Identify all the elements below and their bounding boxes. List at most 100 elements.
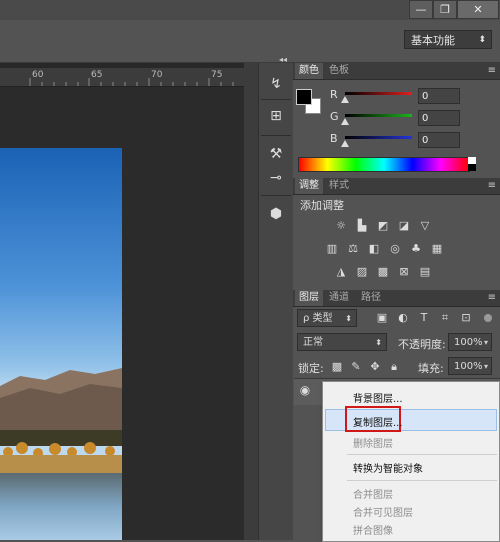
ruler-label: 75 xyxy=(211,70,223,80)
levels-icon[interactable]: ▙ xyxy=(355,220,369,232)
posterize-icon[interactable]: ▨ xyxy=(355,266,369,278)
fill-input[interactable]: 100% ▾ xyxy=(448,357,492,375)
3d-cube-icon[interactable]: ⬢ xyxy=(264,203,288,225)
hue-saturation-icon[interactable]: ▥ xyxy=(325,243,339,255)
g-slider-thumb[interactable] xyxy=(341,118,349,125)
layer-filter-type-select[interactable]: ρ 类型 ⬍ xyxy=(297,309,357,327)
properties-icon[interactable]: ⊞ xyxy=(264,105,288,127)
g-slider[interactable] xyxy=(345,114,412,117)
panel-menu-icon[interactable]: ≡ xyxy=(488,178,496,194)
add-adjustment-title: 添加调整 xyxy=(300,199,344,212)
brush-icon[interactable]: ⚒ xyxy=(264,143,288,165)
minimize-icon: — xyxy=(415,3,427,16)
tab-styles[interactable]: 样式 xyxy=(325,178,353,194)
selective-color-icon[interactable]: ⊠ xyxy=(397,266,411,278)
close-icon: ✕ xyxy=(473,3,483,16)
fill-value: 100% xyxy=(454,361,483,372)
tab-swatches[interactable]: 色板 xyxy=(325,63,353,79)
g-value-input[interactable]: 0 xyxy=(418,110,460,126)
restore-icon: ❐ xyxy=(440,3,450,16)
black-white-icon[interactable]: ◧ xyxy=(367,243,381,255)
r-slider[interactable] xyxy=(345,92,412,95)
horizontal-ruler: 60 65 70 75 xyxy=(0,68,244,87)
r-label: R xyxy=(330,88,338,101)
opacity-input[interactable]: 100% ▾ xyxy=(448,333,492,351)
minimize-button[interactable]: — xyxy=(409,0,433,19)
chevron-down-icon: ⬍ xyxy=(375,338,382,347)
lock-label: 锁定: xyxy=(298,362,324,375)
layers-panel-header: 图层 通道 路径 ≡ xyxy=(293,290,500,307)
landscape-photo xyxy=(0,148,122,540)
color-lookup-icon[interactable]: ▦ xyxy=(430,243,444,255)
tab-adjustments[interactable]: 调整 xyxy=(295,178,323,194)
eye-icon[interactable]: ◉ xyxy=(298,383,312,397)
ruler-label: 70 xyxy=(151,70,163,80)
panel-menu-icon[interactable]: ≡ xyxy=(488,290,496,306)
lock-all-icon[interactable]: 🔒︎ xyxy=(387,361,401,373)
fill-label: 填充: xyxy=(418,362,444,375)
pixel-filter-icon[interactable]: ▣ xyxy=(375,312,389,324)
close-button[interactable]: ✕ xyxy=(457,0,499,19)
menu-item-delete-layer[interactable]: 删除图层 xyxy=(353,435,393,450)
menu-item-merge-visible[interactable]: 合并可见图层 xyxy=(353,504,413,519)
r-slider-thumb[interactable] xyxy=(341,96,349,103)
layer-context-menu: 背景图层... 复制图层... 删除图层 转换为智能对象 合并图层 合并可见图层… xyxy=(322,381,500,542)
color-spectrum-ramp[interactable] xyxy=(298,157,470,172)
tab-color[interactable]: 颜色 xyxy=(295,63,323,79)
b-slider[interactable] xyxy=(345,136,412,139)
color-balance-icon[interactable]: ⚖ xyxy=(346,243,360,255)
ruler-label: 65 xyxy=(91,70,103,80)
gradient-map-icon[interactable]: ▤ xyxy=(418,266,432,278)
menu-item-convert-smart-object[interactable]: 转换为智能对象 xyxy=(353,460,423,475)
invert-icon[interactable]: ◮ xyxy=(334,266,348,278)
workspace-select[interactable]: 基本功能 ⬍ xyxy=(404,30,492,49)
menu-separator xyxy=(347,480,497,481)
chevron-down-icon: ⬍ xyxy=(478,35,486,45)
panel-gutter xyxy=(244,63,258,540)
exposure-icon[interactable]: ◪ xyxy=(397,220,411,232)
foreground-color-swatch[interactable] xyxy=(296,89,312,105)
landscape-image xyxy=(0,148,122,540)
tab-layers[interactable]: 图层 xyxy=(295,290,323,306)
menu-item-background-layer[interactable]: 背景图层... xyxy=(353,390,403,405)
history-icon[interactable]: ↯ xyxy=(264,73,288,95)
tool-presets-icon[interactable]: ⊸ xyxy=(264,167,288,189)
brightness-icon[interactable]: ☼ xyxy=(334,220,348,232)
adjustment-filter-icon[interactable]: ◐ xyxy=(396,312,410,324)
color-panel-header: 颜色 色板 ≡ xyxy=(293,63,500,80)
tab-channels[interactable]: 通道 xyxy=(325,290,353,306)
b-slider-thumb[interactable] xyxy=(341,140,349,147)
adjustments-panel-header: 调整 样式 ≡ xyxy=(293,178,500,195)
blend-mode-label: 正常 xyxy=(303,337,323,348)
menu-item-duplicate-layer[interactable]: 复制图层... xyxy=(353,414,403,429)
collapsed-panel-strip: ↯ ⊞ ⚒ ⊸ ⬢ xyxy=(258,63,294,540)
channel-mixer-icon[interactable]: ♣ xyxy=(409,243,423,255)
smart-object-filter-icon[interactable]: ⊡ xyxy=(459,312,473,324)
shape-filter-icon[interactable]: ⌗ xyxy=(438,312,452,324)
b-value-input[interactable]: 0 xyxy=(418,132,460,148)
menu-item-merge-layers[interactable]: 合并图层 xyxy=(353,486,393,501)
photo-filter-icon[interactable]: ◎ xyxy=(388,243,402,255)
menu-item-flatten-image[interactable]: 拼合图像 xyxy=(353,522,393,537)
black-chip[interactable] xyxy=(468,164,476,171)
filter-toggle[interactable] xyxy=(484,314,492,322)
chevron-down-icon: ⬍ xyxy=(345,314,352,323)
restore-button[interactable]: ❐ xyxy=(433,0,457,19)
blend-mode-select[interactable]: 正常 ⬍ xyxy=(297,333,387,351)
panel-menu-icon[interactable]: ≡ xyxy=(488,63,496,79)
g-label: G xyxy=(330,110,339,123)
lock-pixels-icon[interactable]: ✎ xyxy=(349,361,363,373)
lock-transparent-icon[interactable]: ▩ xyxy=(330,361,344,373)
menu-separator xyxy=(347,454,497,455)
type-filter-icon[interactable]: T xyxy=(417,312,431,324)
vibrance-icon[interactable]: ▽ xyxy=(418,220,432,232)
threshold-icon[interactable]: ▩ xyxy=(376,266,390,278)
r-value-input[interactable]: 0 xyxy=(418,88,460,104)
tab-paths[interactable]: 路径 xyxy=(357,290,385,306)
workspace-label: 基本功能 xyxy=(411,34,455,47)
white-chip[interactable] xyxy=(468,157,476,164)
chevron-down-icon: ▾ xyxy=(483,362,488,371)
chevron-down-icon: ▾ xyxy=(483,338,488,347)
curves-icon[interactable]: ◩ xyxy=(376,220,390,232)
lock-position-icon[interactable]: ✥ xyxy=(368,361,382,373)
